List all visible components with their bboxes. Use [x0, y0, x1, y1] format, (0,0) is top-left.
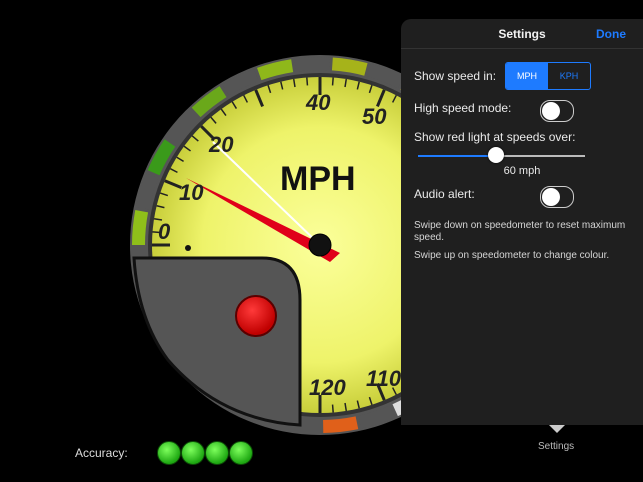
mph-option[interactable]: MPH	[506, 63, 548, 89]
high-speed-mode-toggle[interactable]	[540, 100, 574, 122]
audio-alert-toggle[interactable]	[540, 186, 574, 208]
red-light-slider-fill	[418, 155, 497, 157]
accuracy-light	[181, 441, 205, 465]
needle-hub	[308, 233, 332, 257]
tick-label-20: 20	[209, 132, 234, 157]
tick-label-120: 120	[309, 375, 346, 400]
tick-label-40: 40	[306, 90, 331, 115]
gauge-tick	[306, 77, 309, 86]
speed-unit-label: MPH	[280, 160, 356, 198]
accuracy-light	[205, 441, 229, 465]
accuracy-light	[229, 441, 253, 465]
tick-label-10: 10	[179, 180, 204, 205]
accuracy-light	[157, 441, 181, 465]
gauge-tick	[331, 77, 334, 86]
help-reset-text: Swipe down on speedometer to reset maxim…	[414, 220, 626, 243]
audio-alert-label: Audio alert:	[414, 187, 475, 201]
red-light-threshold-label: Show red light at speeds over:	[414, 130, 576, 144]
high-speed-mode-label: High speed mode:	[414, 101, 512, 115]
red-light-indicator	[235, 295, 277, 337]
help-colour-text: Swipe up on speedometer to change colour…	[414, 250, 610, 261]
settings-tab-button[interactable]: Settings	[538, 441, 574, 452]
gauge-lower-panel	[132, 256, 302, 427]
settings-tab-arrow-icon[interactable]	[549, 425, 565, 433]
kph-option[interactable]: KPH	[548, 63, 590, 89]
header-divider	[401, 48, 643, 49]
ring-segment	[294, 56, 330, 72]
tick-label-110: 110	[366, 366, 402, 391]
red-light-slider-thumb[interactable]	[488, 147, 505, 163]
accuracy-label: Accuracy:	[75, 446, 128, 460]
gauge-tick	[331, 404, 334, 413]
speed-units-segmented-control[interactable]: MPH KPH	[505, 62, 591, 90]
red-light-threshold-value: 60 mph	[503, 165, 541, 177]
tick-label-0: 0	[158, 219, 171, 244]
settings-popover: Settings Done Show speed in: MPH KPH Hig…	[401, 19, 643, 425]
done-button[interactable]: Done	[596, 27, 626, 41]
speed-units-label: Show speed in:	[414, 69, 497, 83]
tick-label-50: 50	[362, 104, 387, 129]
